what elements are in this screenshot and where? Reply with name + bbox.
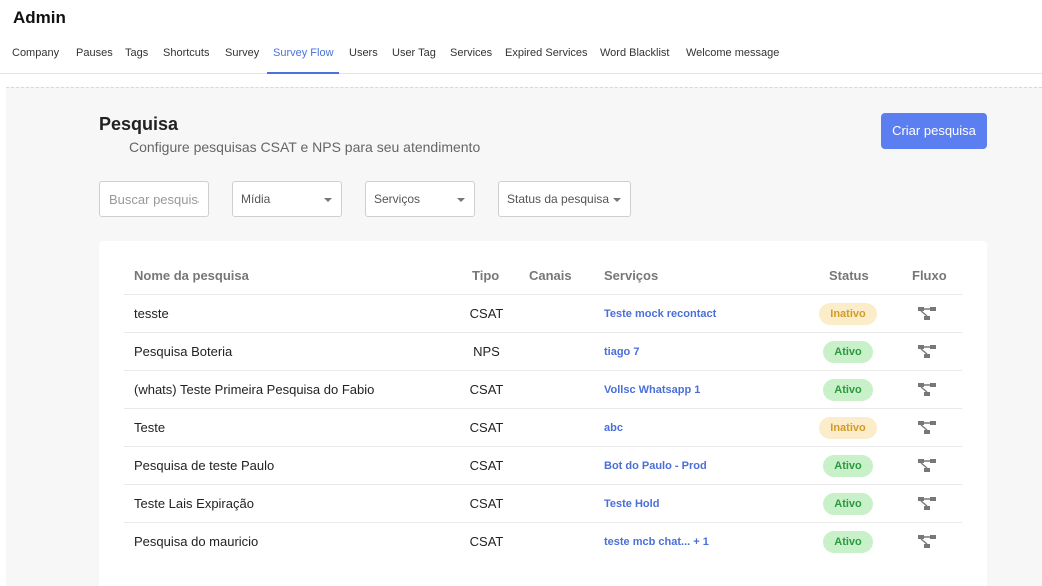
status-filter-label: Status da pesquisa xyxy=(507,192,610,206)
media-filter-select[interactable]: Mídia xyxy=(232,181,342,217)
survey-name: Pesquisa Boteria xyxy=(134,344,233,359)
table-row[interactable]: Pesquisa de teste Paulo CSAT Bot do Paul… xyxy=(124,446,962,484)
survey-name: tesste xyxy=(134,306,169,321)
survey-name: Pesquisa do mauricio xyxy=(134,534,259,549)
flow-diagram-icon[interactable] xyxy=(909,333,945,371)
tab-survey[interactable]: Survey xyxy=(225,47,259,59)
tab-expired-services[interactable]: Expired Services xyxy=(505,47,588,59)
column-header-status: Status xyxy=(829,268,869,283)
survey-type: CSAT xyxy=(469,306,504,321)
status-badge: Inativo xyxy=(819,416,877,439)
table-row[interactable]: (whats) Teste Primeira Pesquisa do Fabio… xyxy=(124,370,962,408)
tab-word-blacklist[interactable]: Word Blacklist xyxy=(600,47,669,59)
tab-pauses[interactable]: Pauses xyxy=(76,47,113,59)
survey-type: CSAT xyxy=(469,496,504,511)
search-survey-input[interactable] xyxy=(99,181,209,217)
caret-down-icon xyxy=(457,198,465,202)
flow-diagram-icon[interactable] xyxy=(909,371,945,409)
survey-service-link[interactable]: Bot do Paulo - Prod xyxy=(604,447,707,485)
table-row[interactable]: tesste CSAT Teste mock recontact Inativo xyxy=(124,294,962,332)
survey-service-link[interactable]: tiago 7 xyxy=(604,333,639,371)
table-row[interactable]: Teste Lais Expiração CSAT Teste Hold Ati… xyxy=(124,484,962,522)
flow-diagram-icon[interactable] xyxy=(909,523,945,561)
tab-user-tag[interactable]: User Tag xyxy=(392,47,436,59)
survey-name: (whats) Teste Primeira Pesquisa do Fabio xyxy=(134,382,375,397)
status-badge: Inativo xyxy=(819,302,877,325)
survey-type: NPS xyxy=(473,344,500,359)
status-badge: Ativo xyxy=(823,378,873,401)
survey-name: Teste Lais Expiração xyxy=(134,496,254,511)
survey-table: Nome da pesquisa Tipo Canais Serviços St… xyxy=(99,241,987,586)
column-header-flow: Fluxo xyxy=(912,268,947,283)
table-row[interactable]: Pesquisa do mauricio CSAT teste mcb chat… xyxy=(124,522,962,560)
caret-down-icon xyxy=(613,198,621,202)
status-badge: Ativo xyxy=(823,454,873,477)
services-filter-label: Serviços xyxy=(374,192,421,206)
page-header-title: Admin xyxy=(13,8,66,27)
flow-diagram-icon[interactable] xyxy=(909,485,945,523)
survey-service-link[interactable]: Vollsc Whatsapp 1 xyxy=(604,371,700,409)
survey-name: Teste xyxy=(134,420,166,435)
create-survey-button[interactable]: Criar pesquisa xyxy=(881,113,987,149)
survey-type: CSAT xyxy=(469,534,504,549)
caret-down-icon xyxy=(324,198,332,202)
media-filter-label: Mídia xyxy=(241,192,271,206)
survey-service-link[interactable]: teste mcb chat... + 1 xyxy=(604,523,709,561)
tab-company[interactable]: Company xyxy=(12,47,59,59)
survey-type: CSAT xyxy=(469,420,504,435)
table-row[interactable]: Teste CSAT abc Inativo xyxy=(124,408,962,446)
page-title: Pesquisa xyxy=(99,114,179,134)
survey-type: CSAT xyxy=(469,458,504,473)
survey-type: CSAT xyxy=(469,382,504,397)
tab-services[interactable]: Services xyxy=(450,47,492,59)
flow-diagram-icon[interactable] xyxy=(909,409,945,447)
tab-welcome-message[interactable]: Welcome message xyxy=(686,47,779,59)
status-badge: Ativo xyxy=(823,530,873,553)
flow-diagram-icon[interactable] xyxy=(909,447,945,485)
status-filter-select[interactable]: Status da pesquisa xyxy=(498,181,631,217)
active-tab-indicator xyxy=(267,72,339,74)
tab-users[interactable]: Users xyxy=(349,47,378,59)
column-header-services: Serviços xyxy=(604,268,659,283)
tab-survey-flow[interactable]: Survey Flow xyxy=(273,47,334,59)
column-header-channels: Canais xyxy=(529,268,572,283)
tab-shortcuts[interactable]: Shortcuts xyxy=(163,47,209,59)
table-row[interactable]: Pesquisa Boteria NPS tiago 7 Ativo xyxy=(124,332,962,370)
column-header-name: Nome da pesquisa xyxy=(134,268,249,283)
column-header-type: Tipo xyxy=(472,268,500,283)
survey-content-area: Pesquisa Configure pesquisas CSAT e NPS … xyxy=(6,87,1042,586)
tab-tags[interactable]: Tags xyxy=(125,47,148,59)
status-badge: Ativo xyxy=(823,492,873,515)
status-badge: Ativo xyxy=(823,340,873,363)
admin-nav-tabs: Company Pauses Tags Shortcuts Survey Sur… xyxy=(0,38,1042,74)
survey-service-link[interactable]: Teste mock recontact xyxy=(604,295,716,333)
page-subtitle: Configure pesquisas CSAT e NPS para seu … xyxy=(129,139,481,155)
survey-service-link[interactable]: abc xyxy=(604,409,623,447)
survey-service-link[interactable]: Teste Hold xyxy=(604,485,659,523)
flow-diagram-icon[interactable] xyxy=(909,295,945,333)
services-filter-select[interactable]: Serviços xyxy=(365,181,475,217)
survey-name: Pesquisa de teste Paulo xyxy=(134,458,275,473)
